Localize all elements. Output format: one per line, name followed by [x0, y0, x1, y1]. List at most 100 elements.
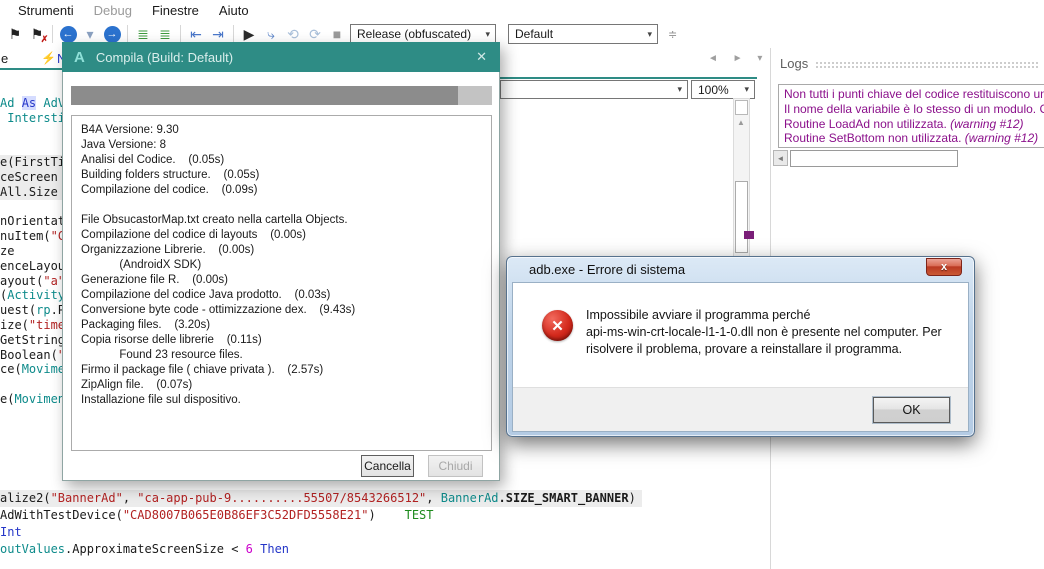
code-token: .SIZE_SMART_BANNER	[499, 491, 629, 505]
step-icon-glyph: ⟲	[287, 27, 299, 41]
code-token: Then	[260, 542, 289, 556]
log-entry-text: Il nome della variabile è lo stesso di u…	[784, 102, 1044, 116]
menu-item-debug[interactable]: Debug	[84, 1, 142, 20]
code-editor-bottom[interactable]: alize2("BannerAd", "ca-app-pub-9........…	[0, 490, 770, 569]
zoom-dropdown[interactable]: 100% ▾	[691, 80, 755, 99]
code-token: "C	[51, 229, 62, 243]
code-token: ,	[426, 491, 440, 505]
error-message-line: api-ms-win-crt-locale-l1-1-0.dll non è p…	[586, 324, 946, 341]
build-log-line: Organizzazione Librerie. (0.00s)	[81, 243, 482, 258]
menu-item-strumenti[interactable]: Strumenti	[8, 1, 84, 20]
compile-progress-bar	[71, 86, 492, 105]
log-entry[interactable]: Non tutti i punti chiave del codice rest…	[784, 87, 1044, 102]
error-dialog-titlebar[interactable]: adb.exe - Errore di sistema x	[507, 257, 974, 281]
scrollbar-top-button[interactable]	[735, 100, 748, 115]
code-token: ayout(	[0, 274, 43, 288]
toolbar-separator	[233, 25, 234, 43]
navigate-back-icon-circle: ←	[60, 26, 77, 43]
error-icon: ✕	[542, 310, 573, 341]
code-token: enceLayou	[0, 259, 62, 273]
chevron-down-icon: ▾	[647, 29, 652, 40]
code-line: GetString	[0, 333, 62, 348]
error-dialog-title: adb.exe - Errore di sistema	[529, 262, 685, 277]
close-button[interactable]: Chiudi	[428, 455, 483, 477]
logs-scroll-left-button[interactable]: ◄	[773, 150, 788, 166]
log-entry[interactable]: Routine SetBottom non utilizzata. (warni…	[784, 131, 1044, 146]
code-line: (Activity	[0, 288, 62, 303]
scrollbar-thumb[interactable]	[735, 181, 748, 253]
code-token: 6	[246, 542, 253, 556]
menu-item-finestre[interactable]: Finestre	[142, 1, 209, 20]
code-line: enceLayou	[0, 259, 62, 274]
code-token: uest(	[0, 303, 36, 317]
code-line	[0, 200, 62, 215]
code-token: BannerAd	[441, 491, 499, 505]
code-line: alize2("BannerAd", "ca-app-pub-9........…	[0, 490, 770, 507]
code-token: GetString	[0, 333, 62, 347]
cancel-button[interactable]: Cancella	[361, 455, 414, 477]
code-token: nuItem(	[0, 229, 51, 243]
chevron-down-icon: ▾	[485, 29, 490, 40]
code-token: e(FirstTi	[0, 155, 62, 169]
code-token: "BannerAd"	[51, 491, 123, 505]
ok-button[interactable]: OK	[873, 397, 950, 423]
build-log-line	[81, 198, 482, 213]
code-editor-left-strip[interactable]: Ad As AdV Interstie(FirstTiceScreenAll.S…	[0, 72, 62, 485]
clear-bookmarks-icon-glyph: ⚑✗	[31, 27, 44, 41]
stop-icon-glyph: ■	[333, 27, 341, 41]
error-dialog-body: ✕ Impossibile avviare il programma perch…	[512, 282, 969, 432]
logs-panel-title: Logs	[780, 56, 808, 71]
scroll-left-icon: ◄	[777, 154, 785, 163]
profile-dropdown[interactable]: Default ▾	[508, 24, 658, 44]
scroll-up-icon[interactable]: ▲	[737, 118, 745, 127]
log-entry-text: Non tutti i punti chiave del codice rest…	[784, 87, 1044, 101]
chevron-down-icon: ▾	[677, 84, 682, 95]
bookmark-icon[interactable]: ⚑	[4, 23, 26, 45]
code-token: "a"	[43, 274, 62, 288]
code-token: ze	[0, 244, 14, 258]
code-token: ceScreen	[0, 170, 58, 184]
code-token: ,	[123, 491, 137, 505]
code-line: outValues.ApproximateScreenSize < 6 Then	[0, 541, 770, 558]
chevron-down-icon: ▾	[744, 84, 749, 95]
code-token: outValues	[0, 542, 65, 556]
indent-icon-glyph: ⇥	[212, 27, 224, 41]
profile-value: Default	[515, 27, 553, 41]
layout-file-dropdown[interactable]: ▾	[500, 80, 688, 99]
build-configuration-dropdown[interactable]: Release (obfuscated) ▾	[350, 24, 496, 44]
build-log-line: Analisi del Codice. (0.05s)	[81, 153, 482, 168]
code-token: AdWithTestDevice(	[0, 508, 123, 522]
build-log-line: Copia risorse delle librerie (0.11s)	[81, 333, 482, 348]
close-icon[interactable]: x	[926, 258, 962, 276]
code-line	[0, 126, 62, 141]
logs-list[interactable]: Non tutti i punti chiave del codice rest…	[778, 84, 1044, 148]
code-token: As	[22, 96, 36, 110]
build-log-output[interactable]: B4A Versione: 9.30Java Versione: 8Analis…	[71, 115, 492, 451]
log-entry-text: (warning #12)	[950, 117, 1023, 131]
build-log-line: Conversione byte code - ottimizzazione d…	[81, 303, 482, 318]
logs-filter-input[interactable]	[790, 150, 958, 167]
editor-tab-strip[interactable]: e ⚡ N	[0, 47, 62, 71]
clear-bookmarks-icon[interactable]: ⚑✗	[26, 23, 48, 45]
pane-nav-arrows[interactable]: ◄ ► ▾	[708, 53, 768, 64]
compile-dialog-titlebar[interactable]: A Compila (Build: Default) ✕	[62, 42, 500, 72]
log-entry[interactable]: Routine LoadAd non utilizzata. (warning …	[784, 117, 1044, 132]
code-token: "time	[29, 318, 62, 332]
menu-bar: StrumentiDebugFinestreAiuto	[0, 0, 1044, 20]
designer-accent-line	[500, 77, 757, 79]
code-line: All.Size	[0, 185, 62, 200]
code-token: AdV	[36, 96, 62, 110]
close-icon[interactable]: ✕	[476, 49, 487, 65]
code-token: Int	[0, 525, 22, 539]
build-configuration-value: Release (obfuscated)	[357, 27, 471, 41]
menu-item-aiuto[interactable]: Aiuto	[209, 1, 259, 20]
toolbar-separator	[127, 25, 128, 43]
b4a-logo-icon: A	[74, 49, 85, 66]
resume-icon-glyph: ⤷	[267, 27, 275, 41]
log-entry[interactable]: Il nome della variabile è lo stesso di u…	[784, 102, 1044, 117]
redo-icon-glyph: ⟳	[309, 27, 321, 41]
toolbar-overflow-icon[interactable]: ≑	[668, 28, 677, 41]
code-token: "ca-app-pub-9..........55507/8543266512"	[137, 491, 426, 505]
build-log-line: Found 23 resource files.	[81, 348, 482, 363]
history-dropdown-icon-glyph: ▾	[86, 27, 93, 41]
